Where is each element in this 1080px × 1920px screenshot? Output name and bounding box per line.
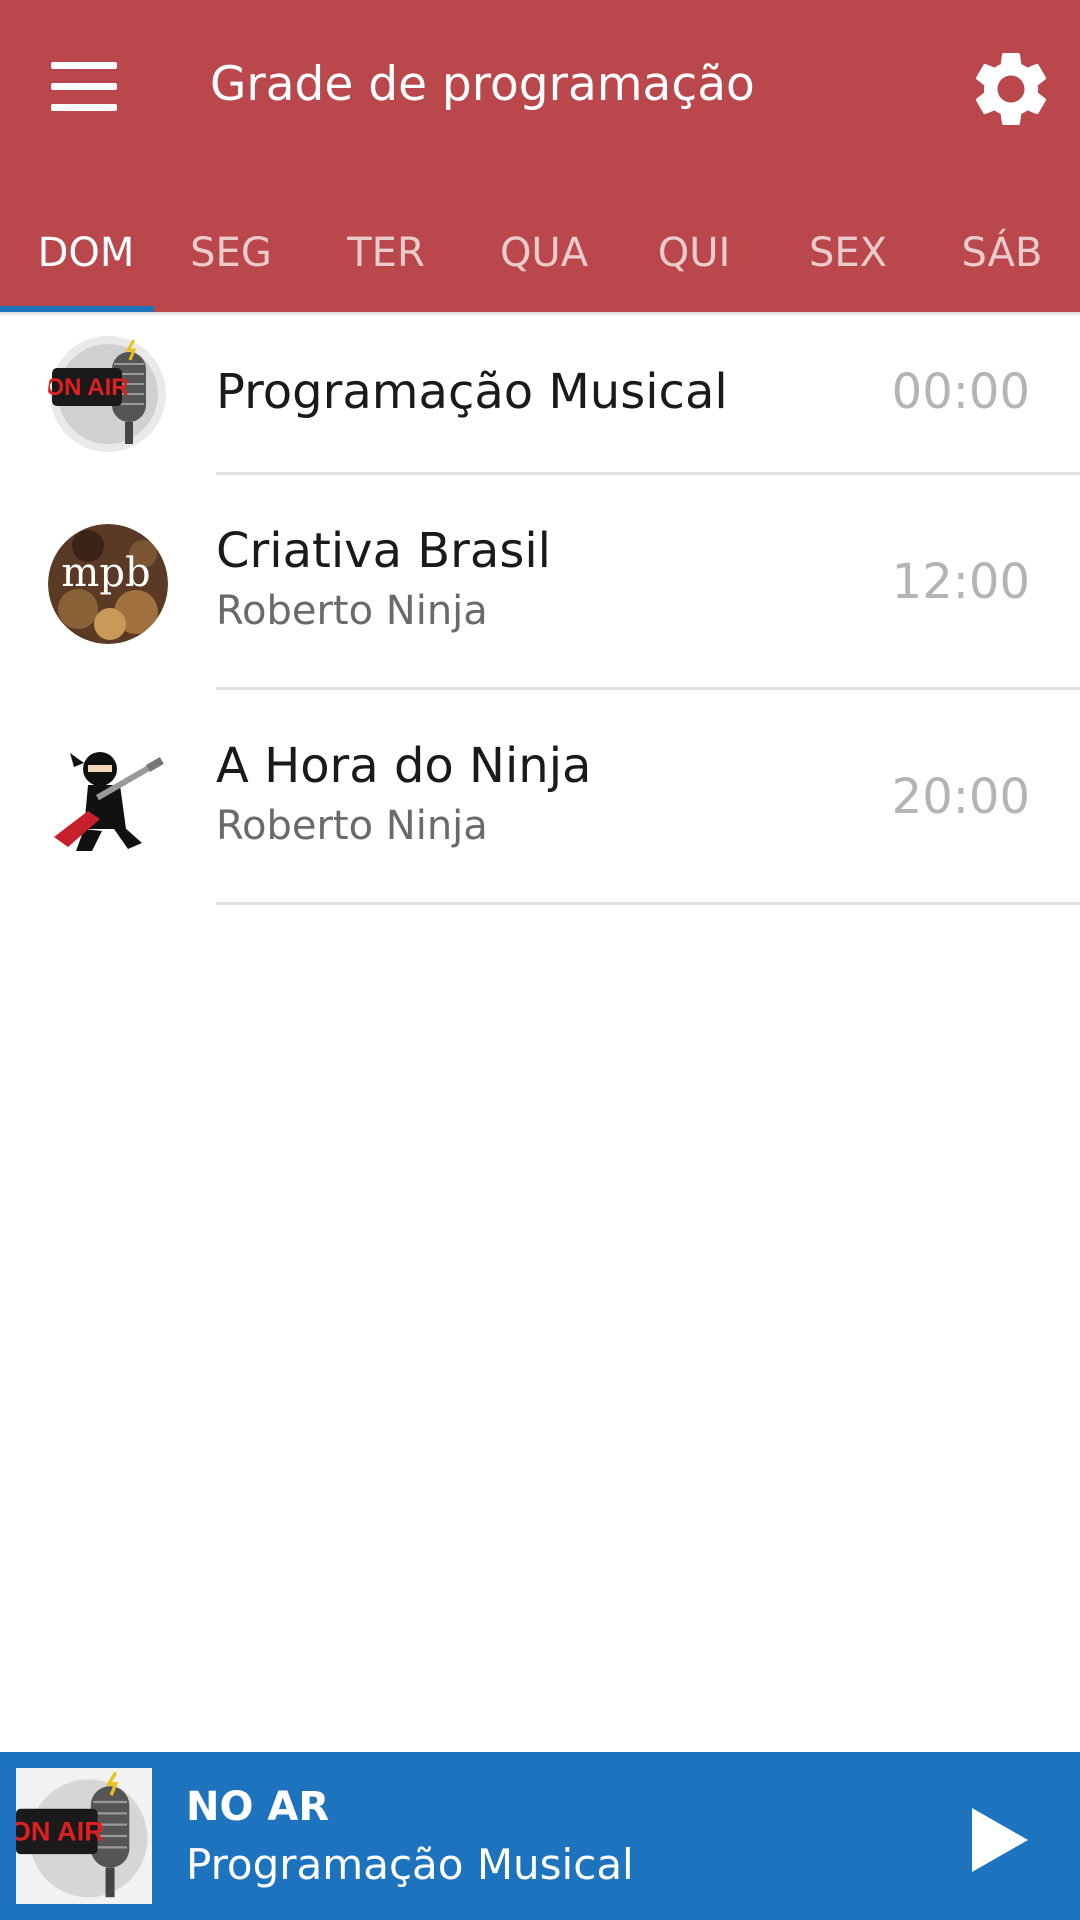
on-air-microphone-icon: ON AIR [16, 1768, 152, 1904]
svg-text:ON AIR: ON AIR [16, 1816, 104, 1847]
app-bar-shadow [0, 312, 1080, 317]
tab-qua[interactable]: QUA [467, 200, 621, 306]
mpb-logo-icon: mpb [48, 524, 168, 644]
tab-dom[interactable]: DOM [9, 200, 163, 306]
program-host: Roberto Ninja [216, 588, 488, 634]
now-playing-bar[interactable]: ON AIR NO AR Programação Musical [0, 1752, 1080, 1920]
program-title: Programação Musical [216, 364, 728, 420]
now-playing-label: NO AR [186, 1784, 330, 1830]
program-title: Criativa Brasil [216, 523, 551, 579]
list-item[interactable]: A Hora do Ninja Roberto Ninja 20:00 [0, 690, 1080, 905]
play-icon[interactable] [960, 1800, 1040, 1880]
day-tabs: DOM SEG TER QUA QUI SEX SÁB [0, 200, 1080, 306]
program-title: A Hora do Ninja [216, 738, 592, 794]
app-bar: Grade de programação DOM SEG TER QUA QUI… [0, 0, 1080, 312]
tab-ter[interactable]: TER [309, 200, 463, 306]
program-time: 12:00 [891, 554, 1030, 610]
svg-text:mpb: mpb [61, 550, 150, 596]
page-title: Grade de programação [210, 57, 755, 112]
on-air-microphone-icon: ON AIR [48, 334, 168, 454]
program-host: Roberto Ninja [216, 803, 488, 849]
list-item[interactable]: ON AIR Programação Musical 00:00 [0, 318, 1080, 475]
svg-text:ON AIR: ON AIR [48, 374, 129, 401]
tab-sab[interactable]: SÁB [925, 200, 1079, 306]
program-time: 20:00 [891, 769, 1030, 825]
gear-icon[interactable] [966, 44, 1056, 134]
program-time: 00:00 [891, 364, 1030, 420]
tab-sex[interactable]: SEX [771, 200, 925, 306]
now-playing-title: Programação Musical [186, 1840, 634, 1889]
list-item[interactable]: mpb Criativa Brasil Roberto Ninja 12:00 [0, 475, 1080, 690]
ninja-guitar-icon [48, 739, 168, 859]
divider [216, 902, 1080, 905]
tab-seg[interactable]: SEG [154, 200, 308, 306]
hamburger-menu-icon[interactable] [30, 42, 138, 130]
tab-qui[interactable]: QUI [617, 200, 771, 306]
